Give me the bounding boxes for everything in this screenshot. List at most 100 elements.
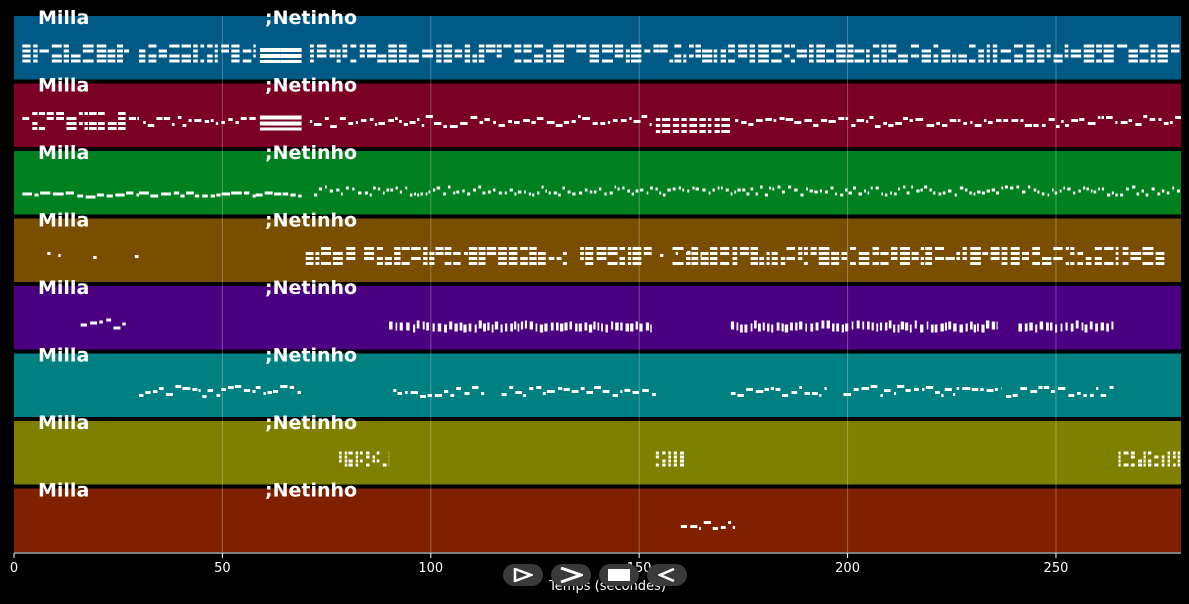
note <box>597 322 600 331</box>
note <box>809 59 814 63</box>
note <box>766 252 770 255</box>
note <box>346 247 356 250</box>
note <box>744 324 748 333</box>
note <box>614 44 624 48</box>
note <box>359 44 365 48</box>
note <box>982 252 989 255</box>
note <box>890 191 893 195</box>
note <box>635 321 638 330</box>
note <box>344 455 348 459</box>
note <box>1050 322 1053 331</box>
note <box>214 49 218 53</box>
play-button[interactable] <box>503 564 543 586</box>
note <box>730 321 735 330</box>
note <box>702 188 706 192</box>
note <box>107 127 117 130</box>
note <box>1177 463 1180 467</box>
note <box>204 120 210 123</box>
note <box>366 455 370 459</box>
track-label-left: Milla <box>38 277 89 299</box>
note <box>413 324 416 333</box>
note <box>576 44 587 48</box>
note <box>614 54 624 58</box>
note <box>316 44 327 48</box>
note <box>956 257 961 260</box>
note <box>22 59 31 63</box>
note <box>96 59 107 63</box>
note <box>453 262 461 265</box>
note <box>89 112 97 115</box>
note <box>115 193 125 197</box>
note <box>1014 54 1023 58</box>
note <box>399 190 402 194</box>
note <box>398 44 407 48</box>
note <box>811 392 818 395</box>
note <box>650 186 653 190</box>
note <box>1106 116 1113 119</box>
note <box>872 247 880 250</box>
note <box>1148 463 1152 467</box>
note <box>944 388 952 391</box>
note <box>941 394 944 397</box>
note <box>1111 321 1114 330</box>
note <box>515 391 522 394</box>
note <box>632 247 642 250</box>
play-icon <box>513 568 533 582</box>
note <box>215 122 219 125</box>
note <box>96 49 107 53</box>
note <box>546 59 552 63</box>
note <box>732 252 738 255</box>
note <box>759 257 765 260</box>
note <box>332 257 343 260</box>
note <box>796 49 807 53</box>
note <box>517 190 522 194</box>
note <box>898 187 900 191</box>
stop-button[interactable] <box>599 564 639 586</box>
note <box>486 252 497 255</box>
note <box>630 59 642 63</box>
note <box>810 247 817 250</box>
note <box>508 262 518 265</box>
note <box>738 44 748 48</box>
note <box>1086 187 1089 191</box>
note <box>462 189 465 193</box>
note <box>193 54 198 58</box>
note <box>487 190 491 194</box>
note <box>99 320 103 324</box>
note <box>77 194 84 198</box>
back-button[interactable] <box>647 564 687 586</box>
note <box>691 247 699 250</box>
forward-button[interactable] <box>551 564 591 586</box>
note <box>721 124 730 127</box>
note <box>759 262 765 265</box>
stop-icon <box>608 569 630 581</box>
note <box>867 191 870 195</box>
note <box>329 54 336 58</box>
note <box>435 247 444 250</box>
note <box>181 44 191 48</box>
note <box>749 54 756 58</box>
note <box>485 49 496 53</box>
note <box>214 54 218 58</box>
note <box>971 388 979 391</box>
note <box>847 44 854 48</box>
note <box>468 323 472 332</box>
note <box>691 257 699 260</box>
note <box>496 44 502 48</box>
note <box>332 252 343 255</box>
note <box>116 49 124 53</box>
note <box>364 191 368 195</box>
note <box>82 44 94 48</box>
note <box>567 190 571 194</box>
note <box>405 186 408 190</box>
note <box>1064 54 1069 58</box>
note <box>139 54 146 58</box>
note <box>316 49 327 53</box>
note <box>592 122 598 125</box>
note <box>1173 455 1176 459</box>
note <box>463 324 467 333</box>
note <box>1039 321 1044 330</box>
note <box>945 257 955 260</box>
note <box>712 188 715 192</box>
note <box>510 323 513 332</box>
